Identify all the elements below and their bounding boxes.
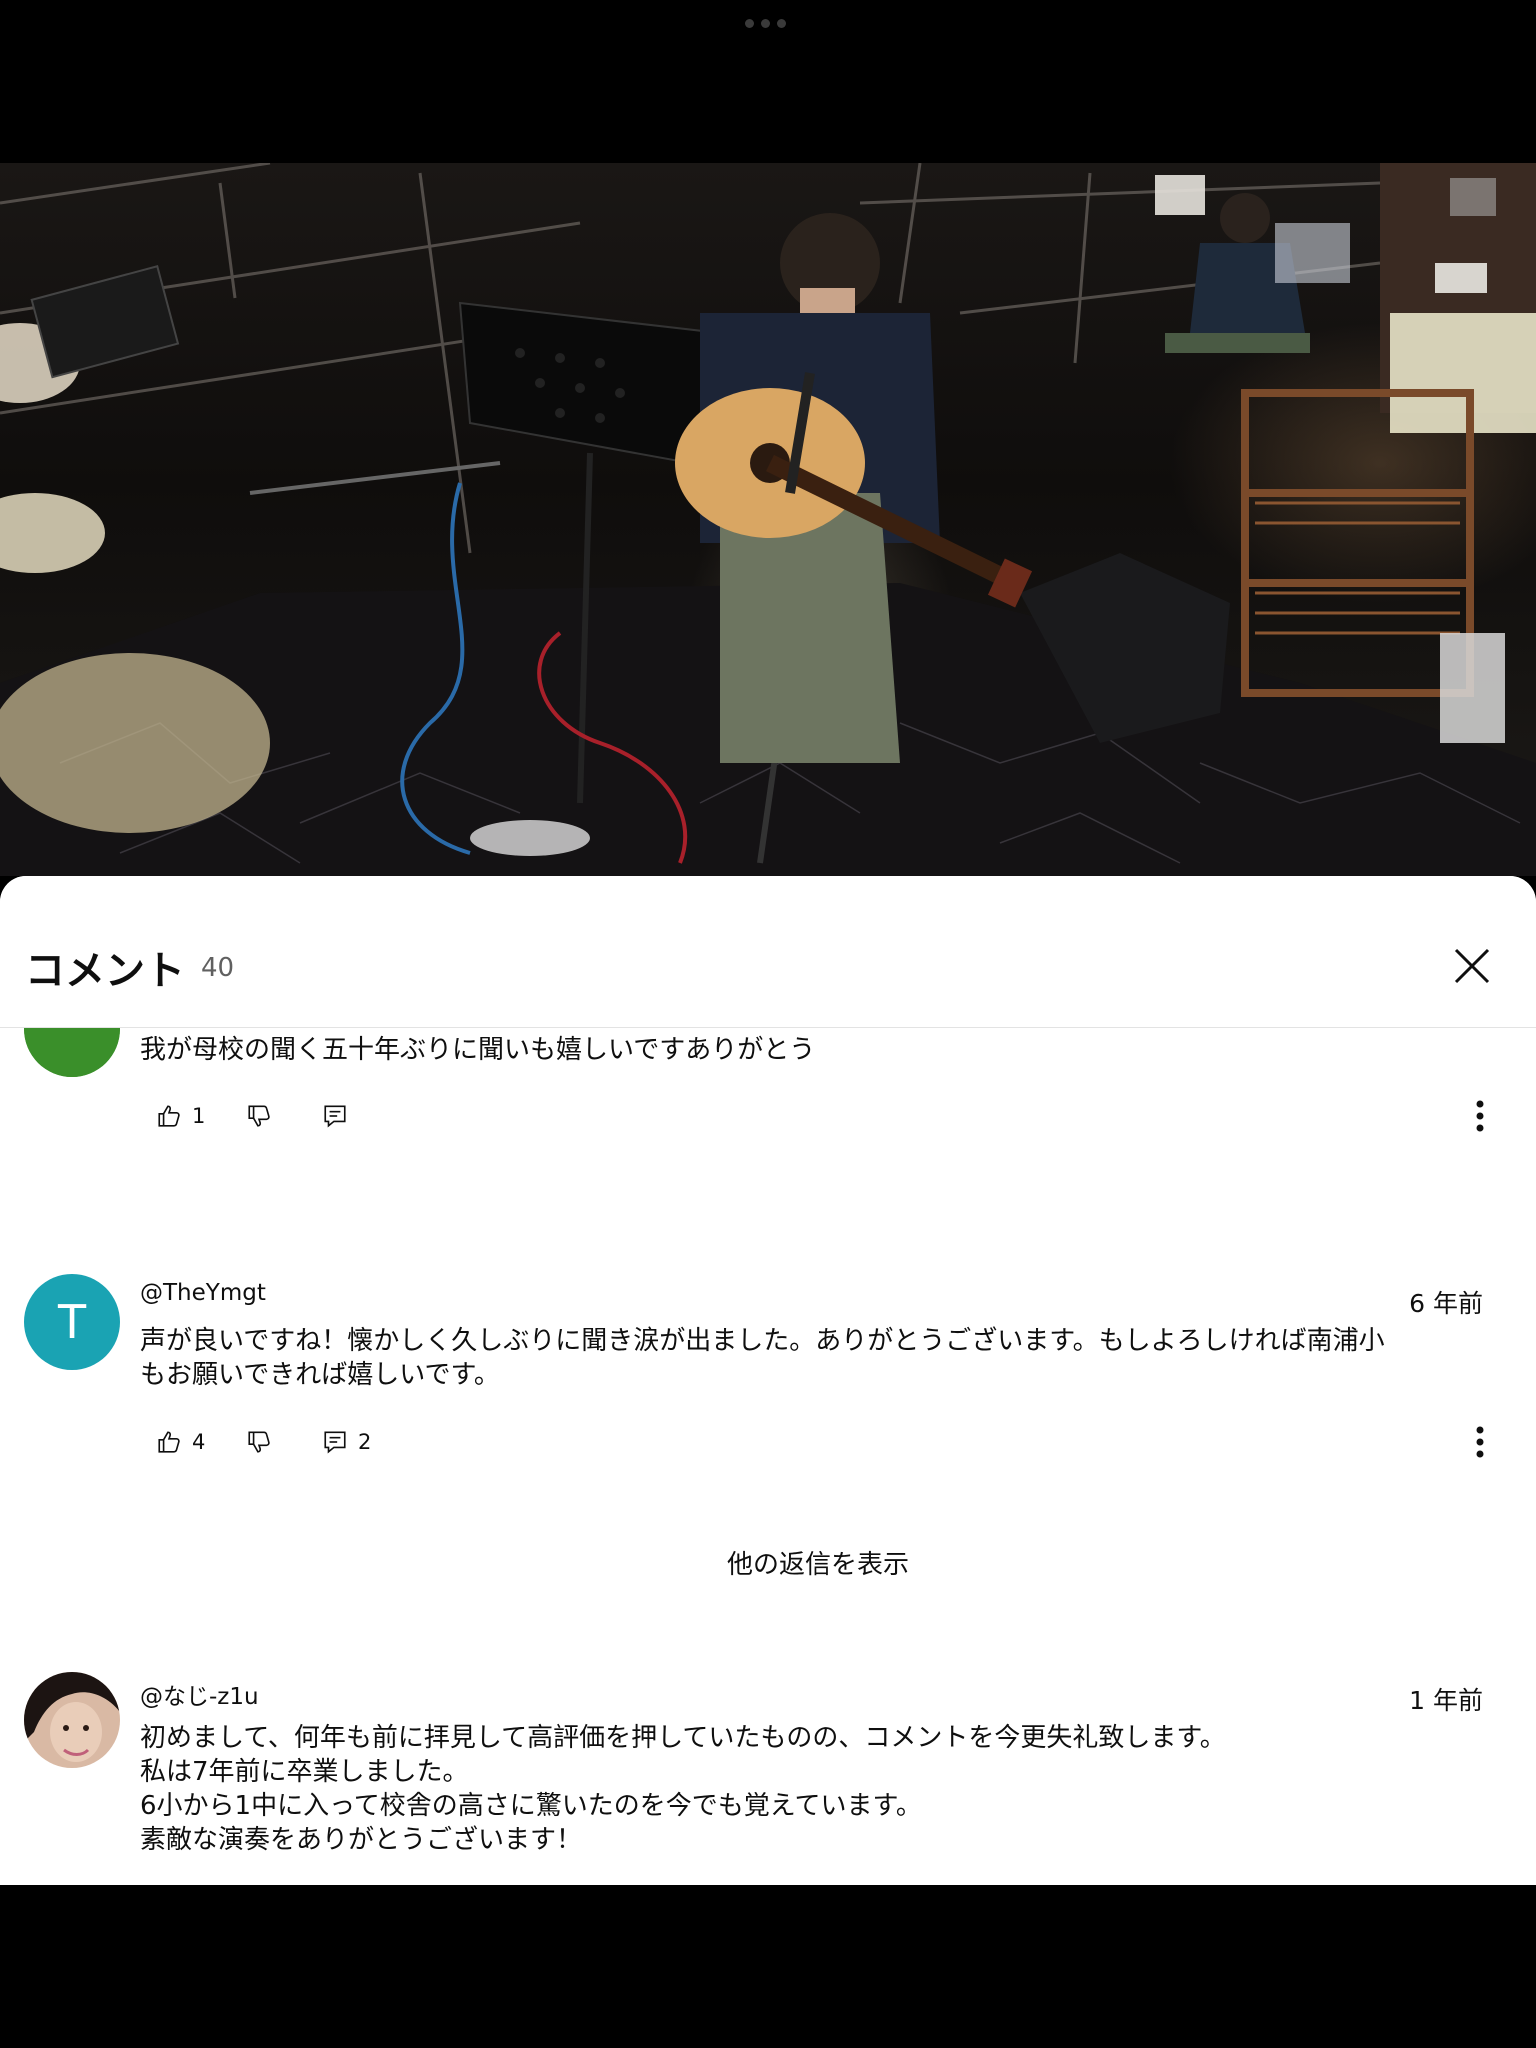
comments-title: コメント <box>25 948 185 994</box>
comment-text: 声が良いですね！懐かしく久しぶりに聞き涙が出ました。ありがとうございます。もしよ… <box>140 1326 1385 1390</box>
video-frame-illustration <box>0 163 1536 876</box>
comments-header: コメント 40 <box>0 876 1536 1028</box>
avatar-letter: T <box>57 1295 87 1349</box>
reply-count: 2 <box>358 1430 372 1454</box>
thumb-up-icon <box>158 1431 180 1453</box>
comment-text: 初めまして、何年も前に拝見して高評価を押していたものの、コメントを今更失礼致しま… <box>140 1723 1226 1855</box>
show-more-replies-button[interactable]: 他の返信を表示 <box>0 1544 1536 1581</box>
comment-author[interactable]: @TheYmgt <box>140 1280 266 1306</box>
like-button[interactable]: 4 <box>156 1422 205 1462</box>
dislike-button[interactable] <box>246 1096 272 1136</box>
like-count: 1 <box>192 1104 206 1128</box>
more-options-icon[interactable] <box>1474 1098 1486 1134</box>
avatar-image <box>24 1672 120 1768</box>
like-count: 4 <box>192 1430 206 1454</box>
close-icon[interactable] <box>1448 942 1496 990</box>
comment-text: 我が母校の聞く五十年ぶりに聞いも嬉しいですありがとう <box>140 1035 816 1065</box>
comment-author[interactable]: @なじ-z1u <box>140 1677 259 1711</box>
avatar[interactable]: T <box>24 1274 120 1370</box>
comment-time: 1 年前 <box>1409 1686 1483 1715</box>
avatar[interactable] <box>24 1672 120 1768</box>
thumb-down-icon <box>248 1431 270 1453</box>
reply-button[interactable]: 2 <box>322 1422 371 1462</box>
bottom-bar <box>0 1885 1536 2048</box>
screen: コメント 40 我が母校の聞く五十年ぶりに聞いも嬉しいですありがとう 1 T @… <box>0 0 1536 2048</box>
thumb-down-icon <box>248 1105 270 1127</box>
thumb-up-icon <box>158 1105 180 1127</box>
status-dots <box>745 19 786 28</box>
reply-icon <box>324 1431 346 1454</box>
video-player[interactable] <box>0 163 1536 876</box>
reply-icon <box>324 1105 346 1128</box>
like-button[interactable]: 1 <box>156 1096 205 1136</box>
dislike-button[interactable] <box>246 1422 272 1462</box>
comments-count: 40 <box>201 953 235 983</box>
comment-actions: 4 2 <box>156 1422 1486 1462</box>
comment-time: 6 年前 <box>1409 1289 1483 1318</box>
comment-actions: 1 <box>156 1096 1486 1136</box>
comments-sheet: コメント 40 我が母校の聞く五十年ぶりに聞いも嬉しいですありがとう 1 T @… <box>0 876 1536 1885</box>
more-options-icon[interactable] <box>1474 1424 1486 1460</box>
reply-button[interactable] <box>322 1096 348 1136</box>
